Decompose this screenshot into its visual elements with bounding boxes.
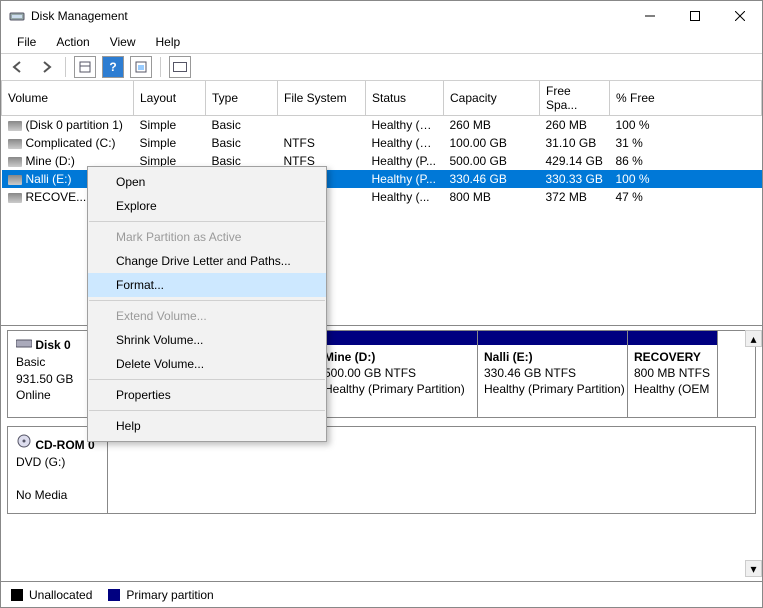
toolbar-button-4[interactable]: [169, 56, 191, 78]
volume-icon: [8, 157, 22, 167]
cdrom-status: No Media: [16, 488, 67, 502]
cdrom-icon: [16, 438, 32, 452]
forward-button[interactable]: [35, 56, 57, 78]
col-capacity[interactable]: Capacity: [444, 81, 540, 116]
help-button[interactable]: ?: [102, 56, 124, 78]
col-filesystem[interactable]: File System: [278, 81, 366, 116]
col-layout[interactable]: Layout: [134, 81, 206, 116]
app-icon: [9, 8, 25, 24]
volume-icon: [8, 193, 22, 203]
ctx-open[interactable]: Open: [88, 170, 326, 194]
volume-icon: [8, 139, 22, 149]
titlebar[interactable]: Disk Management: [1, 1, 762, 31]
legend-primary: Primary partition: [108, 588, 213, 602]
legend-unallocated: Unallocated: [11, 588, 92, 602]
disk0-type: Basic: [16, 355, 45, 369]
legend: Unallocated Primary partition: [1, 581, 762, 607]
scroll-up-button[interactable]: ▴: [745, 330, 762, 347]
table-row[interactable]: (Disk 0 partition 1)SimpleBasicHealthy (…: [2, 116, 762, 135]
ctx-shrink[interactable]: Shrink Volume...: [88, 328, 326, 352]
ctx-properties[interactable]: Properties: [88, 383, 326, 407]
volume-icon: [8, 121, 22, 131]
disk-icon: [16, 338, 32, 352]
cdrom-name: CD-ROM 0: [35, 438, 94, 452]
col-freespace[interactable]: Free Spa...: [540, 81, 610, 116]
ctx-mark-active: Mark Partition as Active: [88, 225, 326, 249]
col-type[interactable]: Type: [206, 81, 278, 116]
ctx-explore[interactable]: Explore: [88, 194, 326, 218]
disk-management-window: Disk Management File Action View Help ?: [0, 0, 763, 608]
col-status[interactable]: Status: [366, 81, 444, 116]
cdrom-type: DVD (G:): [16, 455, 65, 469]
col-pctfree[interactable]: % Free: [610, 81, 762, 116]
close-button[interactable]: [717, 1, 762, 31]
partition[interactable]: RECOVERY800 MB NTFSHealthy (OEM: [628, 331, 718, 417]
back-button[interactable]: [7, 56, 29, 78]
ctx-change-letter[interactable]: Change Drive Letter and Paths...: [88, 249, 326, 273]
col-volume[interactable]: Volume: [2, 81, 134, 116]
menu-action[interactable]: Action: [48, 33, 97, 51]
partition[interactable]: Nalli (E:)330.46 GB NTFSHealthy (Primary…: [478, 331, 628, 417]
scroll-down-button[interactable]: ▾: [745, 560, 762, 577]
disk0-size: 931.50 GB: [16, 372, 73, 386]
maximize-button[interactable]: [672, 1, 717, 31]
ctx-help[interactable]: Help: [88, 414, 326, 438]
minimize-button[interactable]: [627, 1, 672, 31]
context-menu: Open Explore Mark Partition as Active Ch…: [87, 166, 327, 442]
volume-icon: [8, 175, 22, 185]
toolbar: ?: [1, 53, 762, 81]
partition[interactable]: Mine (D:)500.00 GB NTFSHealthy (Primary …: [318, 331, 478, 417]
toolbar-button-3[interactable]: [130, 56, 152, 78]
disk0-status: Online: [16, 388, 51, 402]
toolbar-button-1[interactable]: [74, 56, 96, 78]
menubar: File Action View Help: [1, 31, 762, 53]
window-title: Disk Management: [31, 9, 627, 23]
ctx-delete[interactable]: Delete Volume...: [88, 352, 326, 376]
menu-file[interactable]: File: [9, 33, 44, 51]
ctx-extend: Extend Volume...: [88, 304, 326, 328]
disk0-name: Disk 0: [35, 338, 70, 352]
menu-help[interactable]: Help: [148, 33, 189, 51]
table-row[interactable]: Complicated (C:)SimpleBasicNTFSHealthy (…: [2, 134, 762, 152]
menu-view[interactable]: View: [102, 33, 144, 51]
ctx-format[interactable]: Format...: [88, 273, 326, 297]
